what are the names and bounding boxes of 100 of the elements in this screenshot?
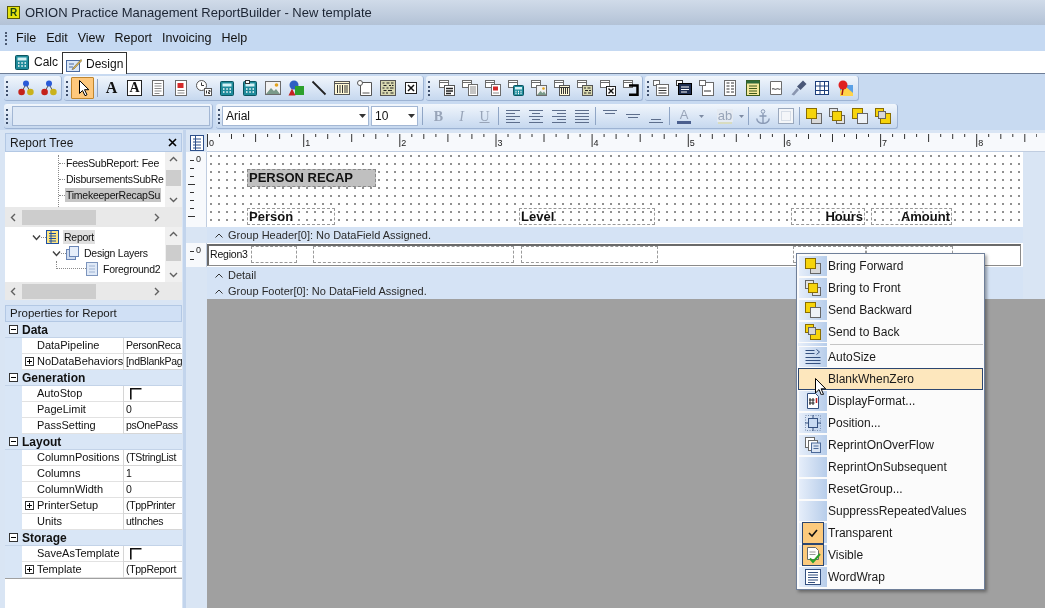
overlapping-squares-icon[interactable]: [851, 108, 868, 124]
menu-item[interactable]: Send Backward: [798, 299, 983, 321]
caret-up-icon[interactable]: [215, 288, 223, 294]
overlapping-squares-icon[interactable]: [828, 108, 845, 124]
page-icon[interactable]: [698, 80, 715, 96]
stacked-bracket-icon[interactable]: [622, 80, 639, 96]
tool-button[interactable]: A: [100, 77, 123, 99]
horizontal-scrollbar[interactable]: [5, 207, 182, 227]
chevron-left-icon[interactable]: [10, 212, 16, 222]
node-graph-icon[interactable]: [17, 80, 34, 96]
menu-item[interactable]: SuppressRepeatedValues: [798, 500, 983, 522]
menu-item[interactable]: Invoicing: [157, 28, 217, 48]
expand-icon[interactable]: [25, 565, 34, 574]
menu-item[interactable]: ResetGroup...: [798, 478, 983, 500]
align-right-icon[interactable]: [550, 108, 567, 124]
collapse-icon[interactable]: [9, 373, 18, 382]
horizontal-scrollbar[interactable]: [5, 282, 182, 300]
align-left-icon[interactable]: [504, 108, 521, 124]
chevron-down-icon[interactable]: [32, 232, 41, 242]
stacked-calculator-icon[interactable]: [507, 80, 524, 96]
checkbox[interactable]: [130, 387, 142, 400]
tree-item[interactable]: DisbursementsSubRe: [65, 172, 165, 186]
list-icon[interactable]: [721, 80, 738, 96]
caret-up-icon[interactable]: [215, 272, 223, 278]
menu-item[interactable]: File: [11, 28, 42, 48]
form-icon[interactable]: [652, 80, 669, 96]
brush-icon[interactable]: [790, 80, 807, 96]
menu-item[interactable]: Transparent: [798, 522, 983, 544]
tree-item[interactable]: Foreground2: [102, 262, 162, 276]
pointer-tool-button[interactable]: [71, 77, 94, 99]
ruler-label: 5: [689, 139, 695, 148]
justify-icon[interactable]: [573, 108, 590, 124]
dark-page-icon[interactable]: [675, 80, 692, 96]
chevron-right-icon[interactable]: [154, 286, 160, 296]
align-middle-icon[interactable]: [625, 114, 640, 118]
font-size-dropdown[interactable]: 10: [371, 106, 418, 126]
overlapping-squares-icon[interactable]: [874, 108, 891, 124]
chevron-up-icon[interactable]: [169, 231, 178, 237]
chevron-down-icon[interactable]: [169, 197, 178, 203]
menu-item[interactable]: Visible: [798, 544, 983, 566]
chevron-down-icon[interactable]: [52, 248, 61, 258]
name-field[interactable]: [12, 106, 210, 126]
chevron-down-icon[interactable]: [169, 272, 178, 278]
caret-up-icon[interactable]: [215, 232, 223, 238]
align-top-icon[interactable]: [602, 109, 617, 114]
grid-icon[interactable]: [813, 80, 830, 96]
vertical-scrollbar[interactable]: [165, 152, 182, 207]
scrollbar-thumb[interactable]: [166, 170, 181, 186]
menu-item[interactable]: AutoSize: [798, 346, 983, 368]
tree-item[interactable]: TimekeeperRecapSu: [65, 188, 161, 202]
expand-icon[interactable]: [25, 501, 34, 510]
close-icon[interactable]: [168, 138, 177, 147]
font-dropdown[interactable]: Arial: [222, 106, 369, 126]
chevron-up-icon[interactable]: [169, 156, 178, 162]
menu-item[interactable]: Help: [216, 28, 253, 48]
book-icon[interactable]: [744, 80, 761, 96]
menu-item[interactable]: Position...: [798, 412, 983, 434]
menu-item[interactable]: Bring to Front: [798, 277, 983, 299]
menu-item[interactable]: ReprintOnSubsequent: [798, 456, 983, 478]
scrollbar-thumb[interactable]: [22, 283, 96, 299]
caret-down-icon[interactable]: [738, 114, 744, 118]
stacked-picture-icon[interactable]: [530, 80, 547, 96]
chevron-right-icon[interactable]: [154, 212, 160, 222]
collapse-icon[interactable]: [9, 325, 18, 334]
map-pin-icon[interactable]: [836, 80, 853, 96]
scrollbar-thumb[interactable]: [166, 245, 181, 261]
tree-item[interactable]: Report: [63, 230, 95, 244]
stacked-columns-icon[interactable]: [553, 80, 570, 96]
collapse-icon[interactable]: [9, 533, 18, 542]
menu-item[interactable]: ReprintOnOverFlow: [798, 434, 983, 456]
expand-icon[interactable]: [25, 357, 34, 366]
node-graph-icon[interactable]: [40, 80, 57, 96]
collapse-icon[interactable]: [9, 437, 18, 446]
menu-item[interactable]: View: [72, 28, 110, 48]
view-tab[interactable]: Calc: [10, 52, 62, 72]
tool-button[interactable]: A: [123, 77, 146, 99]
checkbox[interactable]: [130, 547, 142, 560]
view-tab[interactable]: Design: [62, 52, 128, 74]
menu-item[interactable]: DisplayFormat...: [798, 390, 983, 412]
stacked-crossed-box-icon[interactable]: [599, 80, 616, 96]
tree-item[interactable]: FeesSubReport: Fee: [65, 156, 160, 170]
menu-item[interactable]: WordWrap: [798, 566, 983, 588]
scrollbar-thumb[interactable]: [22, 209, 96, 225]
list-page-icon[interactable]: [46, 230, 59, 244]
vertical-scrollbar[interactable]: [165, 227, 182, 282]
caret-down-icon[interactable]: [698, 114, 704, 118]
menu-item[interactable]: Send to Back: [798, 321, 983, 343]
menu-item[interactable]: Bring Forward: [798, 255, 983, 277]
overlapping-squares-icon[interactable]: [805, 108, 822, 124]
align-center-icon[interactable]: [527, 108, 544, 124]
chevron-left-icon[interactable]: [10, 286, 16, 296]
list-page-icon[interactable]: [189, 134, 204, 151]
menu-item[interactable]: Edit: [41, 28, 73, 48]
stacked-pattern-icon[interactable]: [576, 80, 593, 96]
menu-item[interactable]: BlankWhenZero: [798, 368, 983, 390]
menu-item[interactable]: Report: [109, 28, 158, 48]
tree-item[interactable]: Design Layers: [83, 246, 149, 260]
align-bottom-icon[interactable]: [648, 118, 663, 123]
stacked-pages-icon[interactable]: [438, 80, 455, 96]
page-icon[interactable]: [767, 80, 784, 96]
